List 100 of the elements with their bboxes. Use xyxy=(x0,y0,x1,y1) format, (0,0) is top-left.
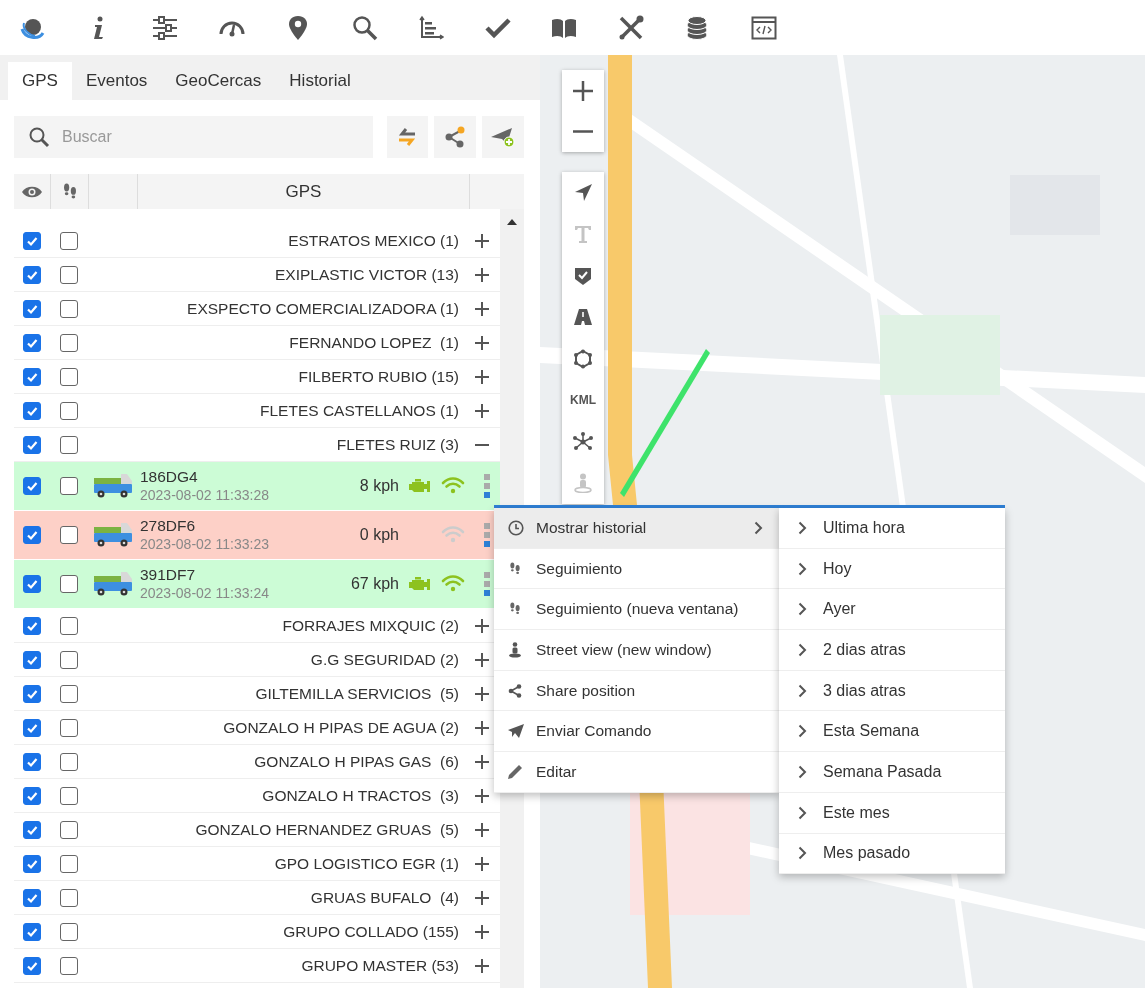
checkbox[interactable] xyxy=(60,477,78,495)
refresh-button[interactable] xyxy=(386,116,429,158)
code-window-icon[interactable] xyxy=(750,14,777,41)
expand-icon[interactable] xyxy=(475,788,489,803)
tools-icon[interactable] xyxy=(617,14,644,41)
expand-icon[interactable] xyxy=(475,958,489,973)
sliders-icon[interactable] xyxy=(152,14,178,41)
submenu-item[interactable]: 2 dias atras xyxy=(779,630,1005,671)
menu-item[interactable]: Mostrar historial xyxy=(494,508,779,549)
menu-item[interactable]: Street view (new window) xyxy=(494,630,779,671)
share-button[interactable] xyxy=(434,116,477,158)
checkbox[interactable] xyxy=(23,854,41,873)
expand-icon[interactable] xyxy=(475,403,489,418)
checkbox[interactable] xyxy=(60,820,78,839)
checkbox[interactable] xyxy=(23,922,41,941)
checkbox[interactable] xyxy=(60,888,78,907)
checkbox[interactable] xyxy=(60,299,78,318)
expand-icon[interactable] xyxy=(475,267,489,282)
expand-icon[interactable] xyxy=(475,924,489,939)
zoom-out-button[interactable] xyxy=(562,111,604,152)
scroll-up-icon[interactable] xyxy=(507,219,517,225)
expand-icon[interactable] xyxy=(475,301,489,316)
zoom-in-button[interactable] xyxy=(562,70,604,111)
submenu-item[interactable]: Esta Semana xyxy=(779,711,1005,753)
check-icon xyxy=(26,959,38,972)
checkbox[interactable] xyxy=(60,854,78,873)
menu-item[interactable]: Enviar Comando xyxy=(494,711,779,753)
submenu-item[interactable]: Ultima hora xyxy=(779,508,1005,549)
tab[interactable]: GPS xyxy=(8,62,72,100)
expand-icon[interactable] xyxy=(475,890,489,905)
checkbox[interactable] xyxy=(23,435,41,454)
expand-icon[interactable] xyxy=(475,369,489,384)
checkbox[interactable] xyxy=(23,526,41,544)
checkbox[interactable] xyxy=(23,650,41,669)
checkbox[interactable] xyxy=(60,333,78,352)
tab[interactable]: Historial xyxy=(275,62,365,100)
checkbox[interactable] xyxy=(60,435,78,454)
bar-chart-icon[interactable] xyxy=(418,14,444,41)
checkbox[interactable] xyxy=(23,956,41,975)
submenu-item[interactable]: 3 dias atras xyxy=(779,670,1005,712)
search-field[interactable]: Buscar xyxy=(14,116,373,158)
menu-item[interactable]: Editar xyxy=(494,752,779,793)
group-name: GRUPO MASTER (53) xyxy=(300,956,459,975)
more-icon[interactable] xyxy=(484,474,490,498)
submenu-item[interactable]: Este mes xyxy=(779,792,1005,834)
submenu-item[interactable]: Ayer xyxy=(779,589,1005,631)
expand-icon[interactable] xyxy=(475,652,489,667)
checkbox[interactable] xyxy=(23,265,41,284)
expand-icon[interactable] xyxy=(475,822,489,837)
footprints-icon xyxy=(508,602,522,617)
checkbox[interactable] xyxy=(23,752,41,771)
truck-icon xyxy=(93,571,133,597)
expand-icon[interactable] xyxy=(475,754,489,769)
navigate-tool-button[interactable] xyxy=(562,172,604,214)
checkbox[interactable] xyxy=(23,401,41,420)
checkbox[interactable] xyxy=(60,956,78,975)
checkbox[interactable] xyxy=(60,650,78,669)
checkbox[interactable] xyxy=(60,367,78,386)
submenu-item[interactable]: Semana Pasada xyxy=(779,752,1005,793)
checkbox[interactable] xyxy=(23,616,41,635)
coins-icon[interactable] xyxy=(684,14,710,41)
check-icon xyxy=(26,721,38,734)
vehicle-row[interactable]: 186DG4 2023-08-02 11:33:28 8 kph xyxy=(14,462,500,511)
checkbox[interactable] xyxy=(60,265,78,284)
expand-icon[interactable] xyxy=(475,335,489,350)
tab[interactable]: GeoCercas xyxy=(161,62,276,100)
checkbox[interactable] xyxy=(60,786,78,805)
checkbox[interactable] xyxy=(60,616,78,635)
expand-icon[interactable] xyxy=(475,686,489,701)
checkbox[interactable] xyxy=(23,477,41,495)
search-icon[interactable] xyxy=(351,14,378,41)
checkbox[interactable] xyxy=(23,299,41,318)
checkbox[interactable] xyxy=(23,820,41,839)
expand-icon[interactable] xyxy=(475,618,489,633)
checkbox[interactable] xyxy=(60,401,78,420)
send-command-button[interactable] xyxy=(482,116,524,158)
checkbox[interactable] xyxy=(23,231,41,250)
checkbox[interactable] xyxy=(60,752,78,771)
checkbox[interactable] xyxy=(23,367,41,386)
expand-icon[interactable] xyxy=(475,856,489,871)
checkbox[interactable] xyxy=(23,684,41,703)
expand-icon[interactable] xyxy=(475,720,489,735)
checkbox[interactable] xyxy=(23,333,41,352)
checkbox[interactable] xyxy=(23,575,41,593)
checkbox[interactable] xyxy=(23,786,41,805)
expand-icon[interactable] xyxy=(475,233,489,248)
more-icon[interactable] xyxy=(484,523,490,547)
checkbox[interactable] xyxy=(23,718,41,737)
checkbox[interactable] xyxy=(60,231,78,250)
checkbox[interactable] xyxy=(60,718,78,737)
checkbox[interactable] xyxy=(23,888,41,907)
checkbox[interactable] xyxy=(60,922,78,941)
kml-button[interactable]: KML xyxy=(562,379,604,421)
submenu-item[interactable]: Mes pasado xyxy=(779,833,1005,875)
submenu-item[interactable]: Hoy xyxy=(779,548,1005,590)
tab[interactable]: Eventos xyxy=(71,62,162,100)
checkbox[interactable] xyxy=(60,684,78,703)
checkbox[interactable] xyxy=(60,575,78,593)
checkbox[interactable] xyxy=(60,526,78,544)
more-icon[interactable] xyxy=(484,572,490,596)
